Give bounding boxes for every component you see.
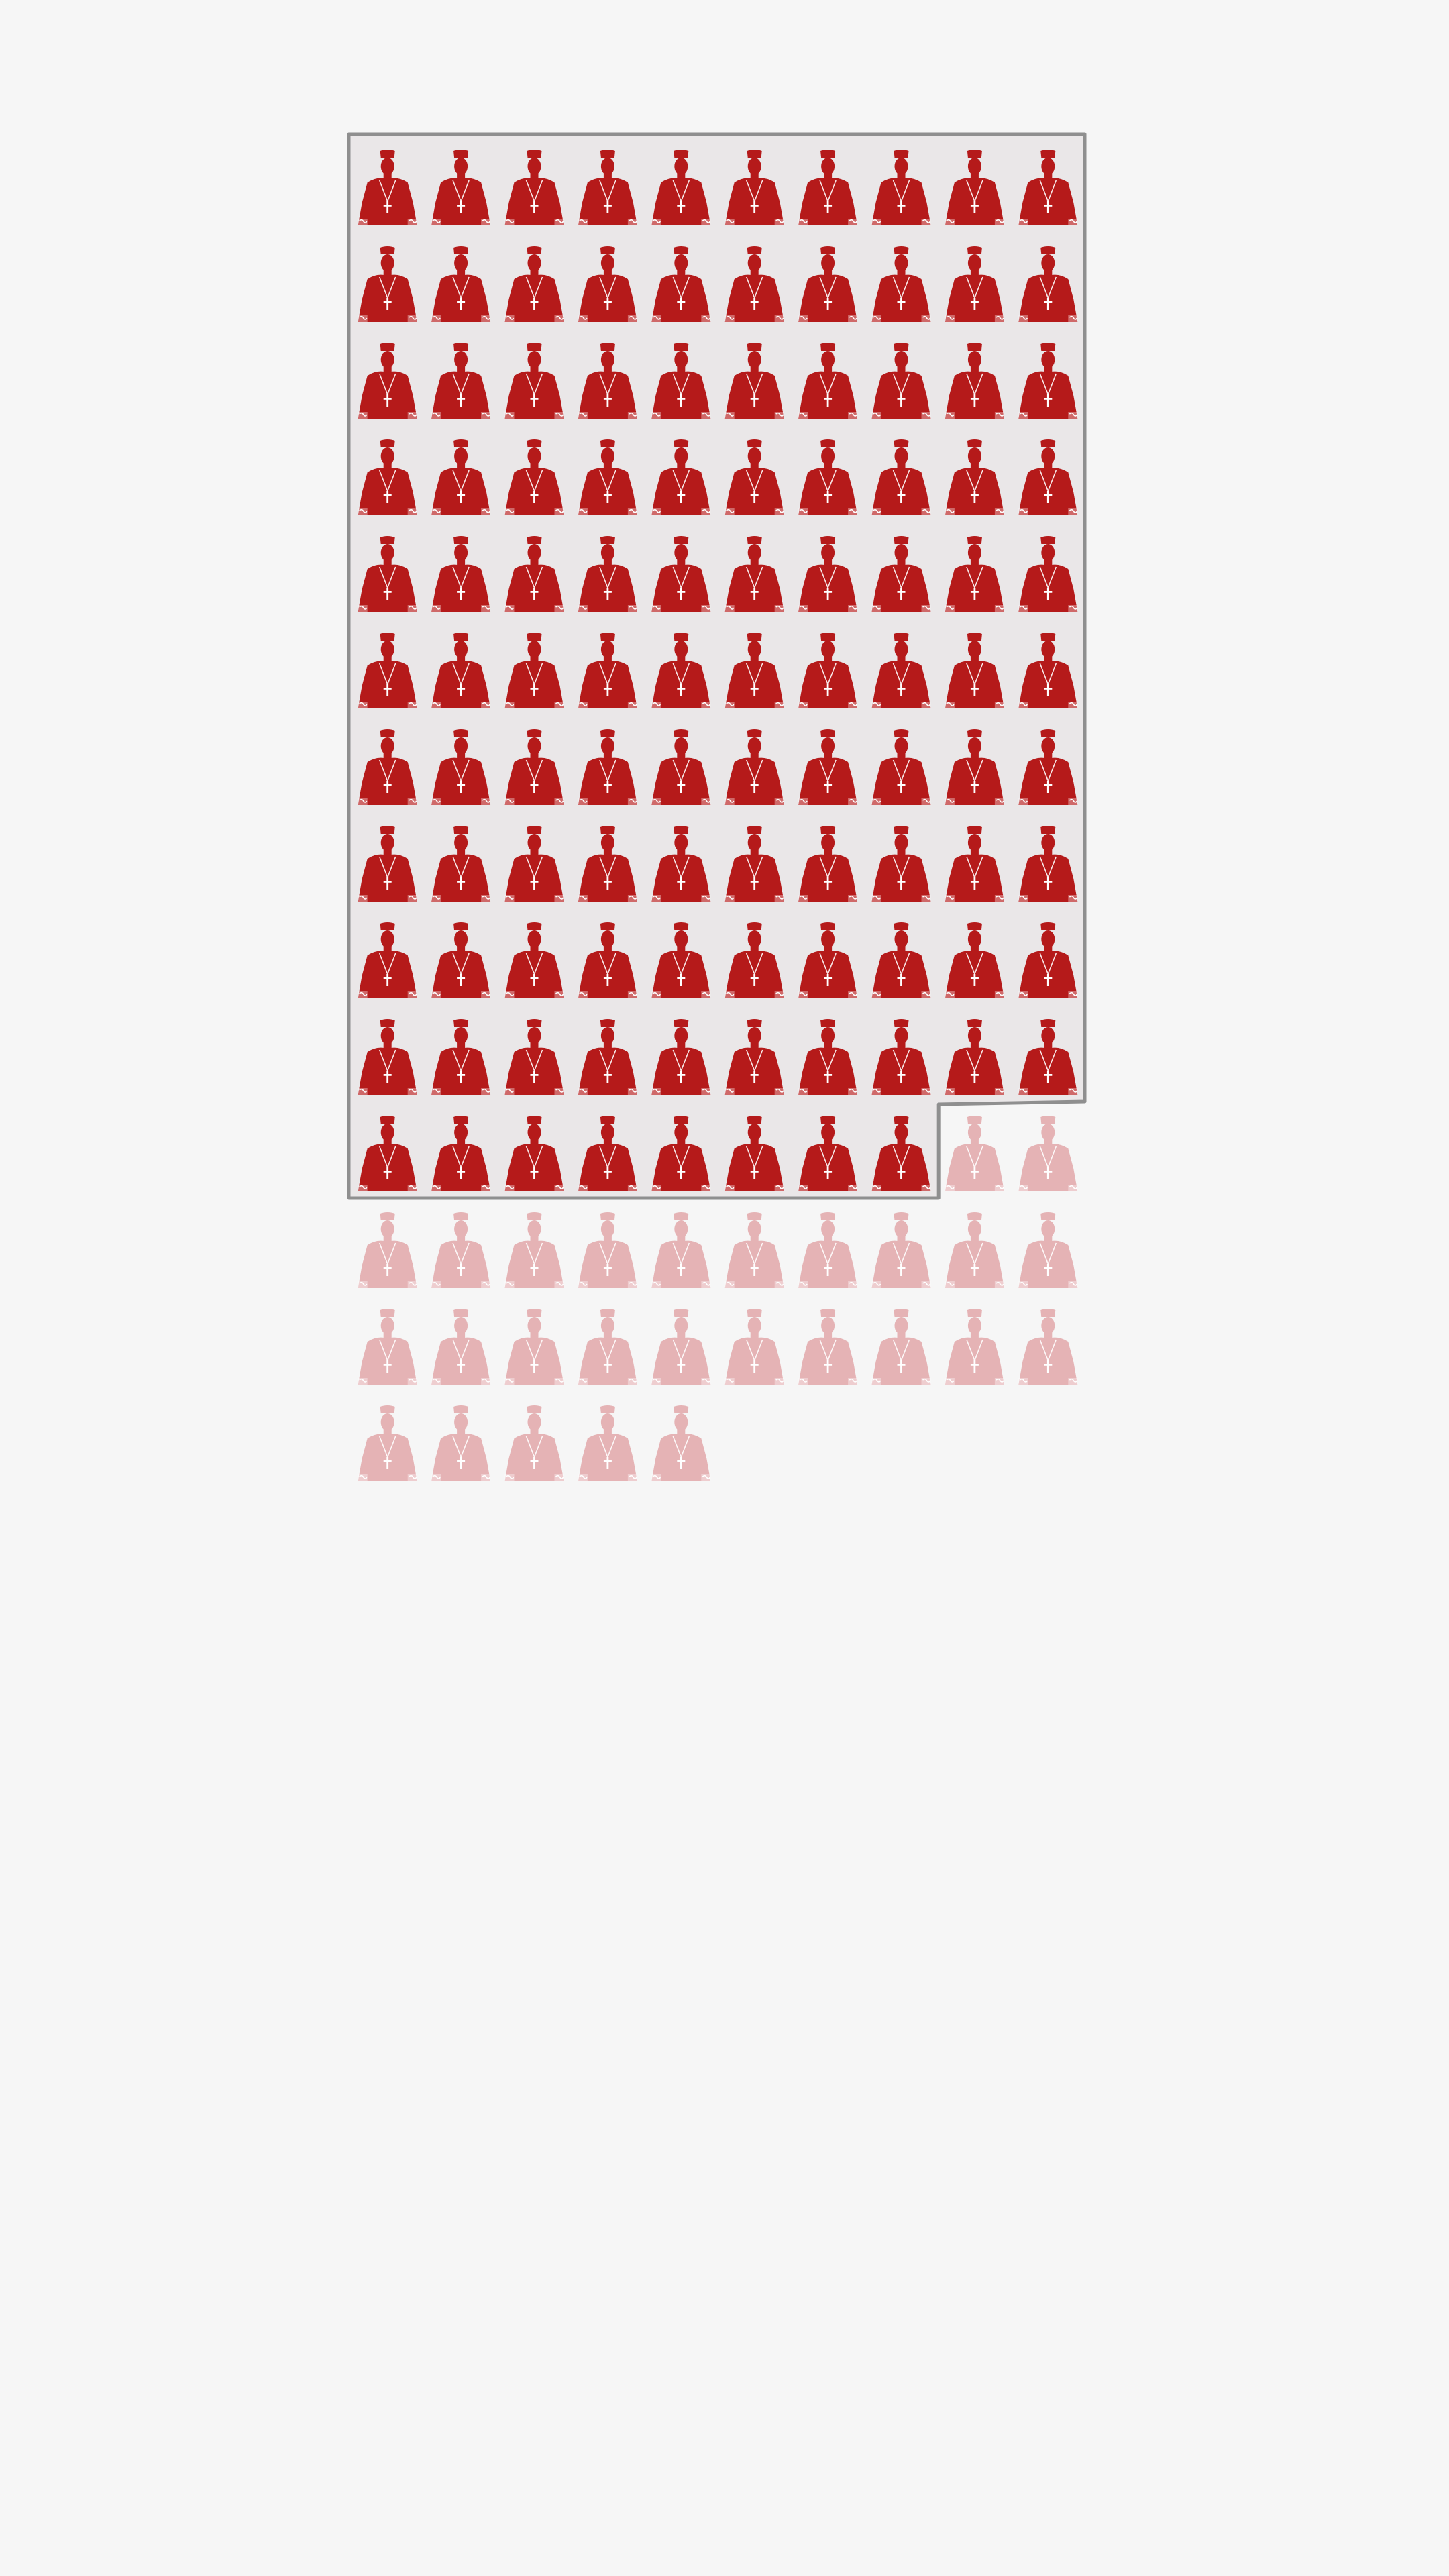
chart-canvas: [347, 132, 1087, 1482]
cardinal-bust-icon: [651, 1405, 712, 1482]
cardinal-bust-icon: [798, 1308, 858, 1385]
cardinal-bust-icon: [431, 1308, 491, 1385]
cardinal-bust-icon: [724, 1308, 785, 1385]
cardinal-bust-icon: [945, 1212, 1005, 1289]
cardinal-bust-icon: [1018, 1308, 1079, 1385]
cardinal-bust-icon: [1018, 1115, 1079, 1192]
cardinal-bust-icon: [871, 1212, 932, 1289]
cardinal-bust-icon: [357, 1405, 418, 1482]
cardinal-bust-icon: [504, 1405, 565, 1482]
cardinal-bust-icon: [651, 1308, 712, 1385]
cardinal-bust-icon: [945, 1308, 1005, 1385]
cardinal-bust-icon: [1018, 1212, 1079, 1289]
cardinal-bust-icon: [651, 1212, 712, 1289]
cardinal-bust-icon: [871, 1308, 932, 1385]
cardinal-bust-icon: [431, 1405, 491, 1482]
pictogram-chart: [0, 0, 1449, 2576]
cardinal-bust-icon: [724, 1212, 785, 1289]
cardinal-bust-icon: [504, 1308, 565, 1385]
cardinal-bust-icon: [798, 1212, 858, 1289]
cardinal-bust-icon: [357, 1212, 418, 1289]
cardinal-bust-icon: [504, 1212, 565, 1289]
cardinal-bust-icon: [945, 1115, 1005, 1192]
cardinal-bust-icon: [578, 1405, 638, 1482]
cardinal-bust-icon: [578, 1212, 638, 1289]
cardinal-bust-icon: [578, 1308, 638, 1385]
cardinal-bust-icon: [357, 1308, 418, 1385]
cardinal-bust-icon: [431, 1212, 491, 1289]
